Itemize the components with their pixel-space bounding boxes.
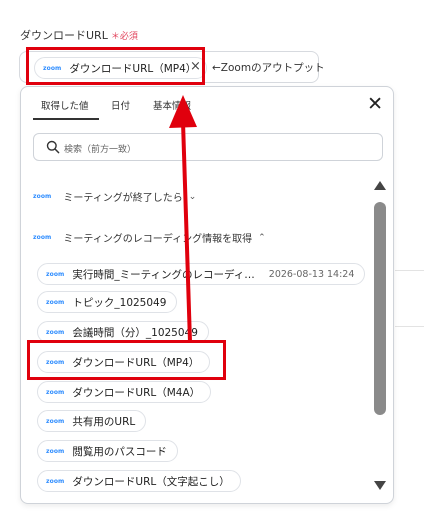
- search-input[interactable]: 検索（前方一致）: [33, 133, 383, 161]
- chevron-up-icon: ⌃: [258, 232, 266, 243]
- item-timestamp: 2026-08-13 14:24: [268, 268, 355, 280]
- highlight-box-item: [27, 340, 226, 380]
- section-recording-info[interactable]: zoom ミーティングのレコーディング情報を取得 ⌃: [33, 230, 266, 246]
- zoom-logo: zoom: [33, 234, 52, 241]
- close-icon[interactable]: ✕: [367, 93, 383, 115]
- background-divider: [395, 270, 424, 271]
- item-label: 実行時間_ミーティングのレコーディ…: [72, 268, 255, 281]
- search-icon: [46, 140, 60, 154]
- section-label: ミーティングのレコーディング情報を取得: [63, 234, 253, 245]
- list-item[interactable]: zoom ダウンロードURL（M4A）: [37, 381, 212, 403]
- search-placeholder: 検索（前方一致）: [64, 145, 137, 155]
- section-meeting-ended[interactable]: zoom ミーティングが終了したら ⌄: [33, 189, 197, 205]
- background-divider: [395, 326, 424, 327]
- triangle-down-icon[interactable]: [374, 481, 386, 490]
- list-item[interactable]: zoom 実行時間_ミーティングのレコーディ… 2026-08-13 14:24: [37, 263, 366, 285]
- item-label: 会議時間（分）_1025049: [72, 326, 198, 339]
- item-label: ダウンロードURL（M4A）: [72, 386, 201, 399]
- list-item[interactable]: zoom ダウンロードURL（文字起こし）: [37, 470, 241, 492]
- list-item[interactable]: zoom 共有用のURL: [37, 410, 147, 432]
- scrollbar-thumb[interactable]: [374, 202, 386, 415]
- field-label-text: ダウンロードURL: [20, 29, 108, 42]
- chevron-down-icon: ⌄: [188, 191, 197, 202]
- zoom-logo: zoom: [46, 388, 65, 396]
- required-indicator: ＊必須: [111, 32, 138, 42]
- item-label: トピック_1025049: [72, 296, 167, 309]
- section-label: ミーティングが終了したら: [63, 193, 183, 204]
- item-label: 閲覧用のパスコード: [72, 445, 167, 458]
- zoom-logo: zoom: [46, 447, 65, 455]
- field-label: ダウンロードURL ＊必須: [20, 27, 138, 43]
- tab-basic-info[interactable]: 基本情報: [153, 98, 191, 112]
- field-hint: ←Zoomのアウトプット: [212, 62, 325, 74]
- item-label: 共有用のURL: [72, 415, 136, 428]
- zoom-logo: zoom: [46, 328, 65, 336]
- zoom-logo: zoom: [46, 270, 65, 278]
- zoom-logo: zoom: [46, 417, 65, 425]
- required-mark: ＊: [110, 32, 120, 42]
- list-item[interactable]: zoom トピック_1025049: [37, 291, 178, 313]
- tab-acquired-values[interactable]: 取得した値: [41, 98, 89, 112]
- required-text: 必須: [119, 32, 138, 42]
- zoom-logo: zoom: [46, 298, 65, 306]
- item-label: ダウンロードURL（文字起こし）: [72, 475, 230, 488]
- value-picker-panel: 取得した値 日付 基本情報 ✕ 検索（前方一致） zoom ミーティングが終了し…: [20, 86, 394, 504]
- tab-date[interactable]: 日付: [111, 98, 130, 112]
- highlight-box-field: [26, 47, 205, 85]
- list-item[interactable]: zoom 閲覧用のパスコード: [37, 440, 178, 462]
- zoom-logo: zoom: [46, 477, 65, 485]
- triangle-up-icon[interactable]: [374, 181, 386, 190]
- active-tab-indicator: [33, 118, 99, 120]
- tab-bar: 取得した値 日付 基本情報: [21, 87, 393, 121]
- zoom-logo: zoom: [33, 193, 52, 200]
